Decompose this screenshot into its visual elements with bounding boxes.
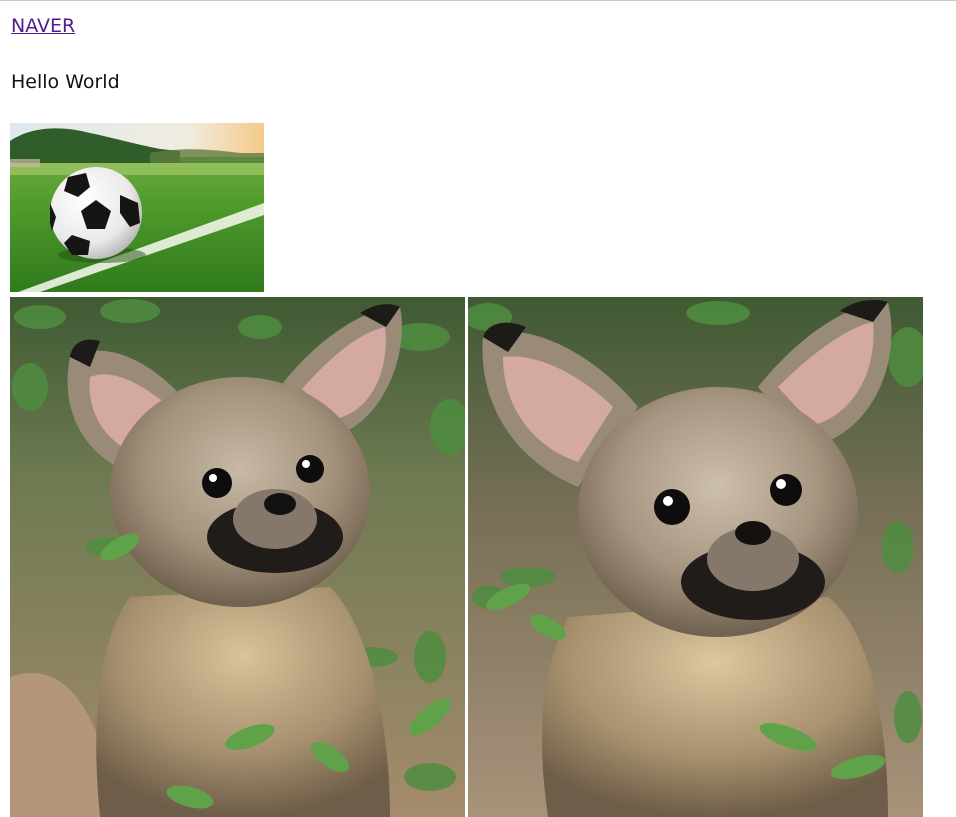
hello-world-text: Hello World — [11, 71, 120, 93]
page-body: NAVER Hello World — [10, 14, 941, 817]
naver-link[interactable]: NAVER — [11, 14, 75, 38]
soccer-ball-image — [10, 123, 264, 292]
fennec-fox-image-1 — [10, 297, 465, 817]
top-border — [0, 0, 956, 1]
fennec-fox-image-2 — [468, 297, 923, 817]
